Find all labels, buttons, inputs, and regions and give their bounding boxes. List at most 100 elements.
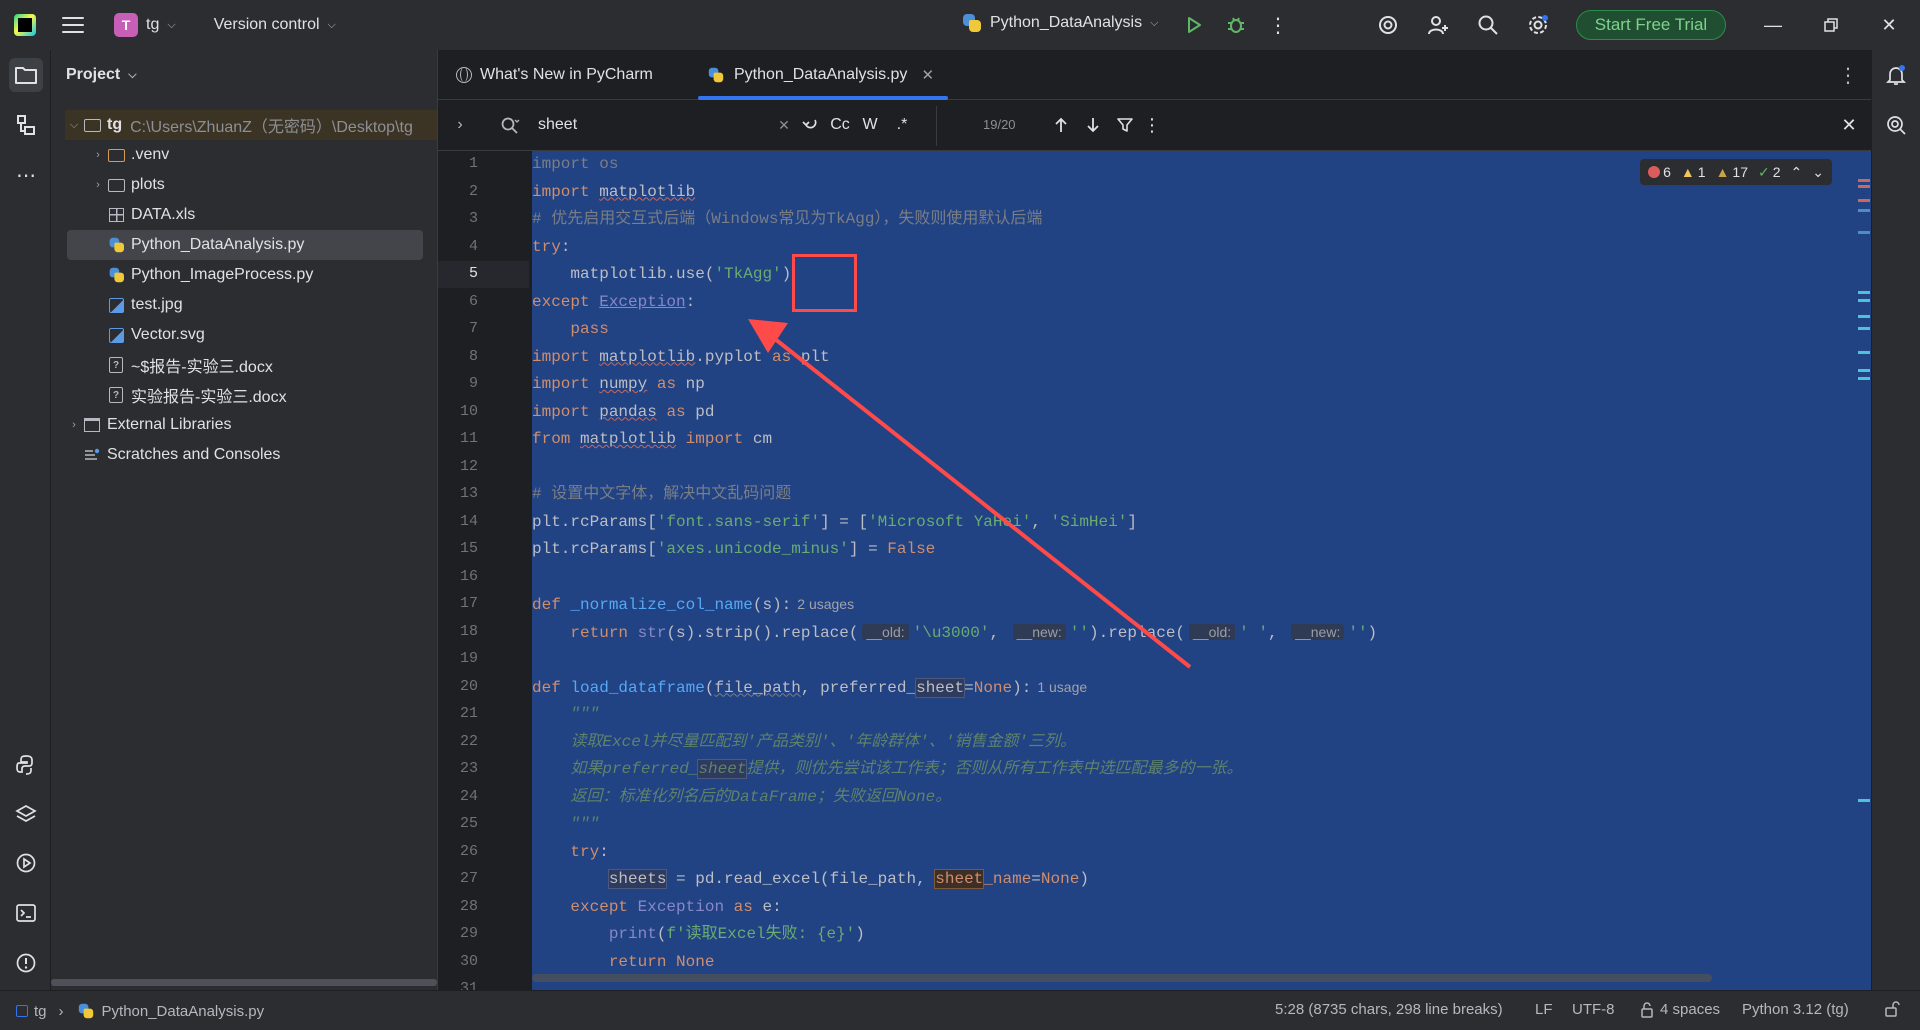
structure-tool-button[interactable] (9, 108, 43, 142)
warnings-count[interactable]: ▲ 1 (1681, 164, 1706, 180)
terminal-button[interactable] (9, 896, 43, 930)
chevron-right-icon: › (58, 1002, 64, 1020)
ai-chat-button[interactable] (1879, 108, 1913, 142)
chevron-down-icon: ⌵ (1150, 16, 1159, 29)
next-highlight-icon[interactable]: ⌄ (1812, 164, 1824, 181)
add-user-icon[interactable] (1426, 13, 1450, 37)
services-button[interactable] (9, 798, 43, 832)
start-free-trial-button[interactable]: Start Free Trial (1576, 10, 1726, 40)
debug-button[interactable] (1224, 13, 1248, 37)
tree-item-label: DATA.xls (131, 206, 196, 223)
tab-python-dataanalysis[interactable]: Python_DataAnalysis.py ✕ (697, 50, 949, 100)
breadcrumb-project[interactable]: tg (34, 1003, 47, 1020)
collapsed-arrow-icon: › (72, 419, 76, 431)
search-history-icon[interactable] (498, 114, 522, 136)
tabs-more-icon[interactable]: ⋮ (1838, 63, 1858, 88)
stripe-mark (1858, 199, 1870, 202)
run-tool-button[interactable] (9, 846, 43, 880)
caret-position[interactable]: 5:28 (8735 chars, 298 line breaks) (1275, 1001, 1503, 1018)
filter-icon[interactable] (1114, 114, 1136, 136)
folder-icon (83, 117, 101, 133)
line-separator[interactable]: LF (1535, 1001, 1553, 1018)
previous-highlight-icon[interactable]: ⌃ (1791, 164, 1803, 181)
structure-icon (17, 115, 35, 135)
python-interpreter[interactable]: Python 3.12 (tg) (1742, 1001, 1849, 1018)
run-button[interactable] (1182, 13, 1206, 37)
find-input[interactable] (538, 113, 778, 137)
match-count: 19/20 (983, 117, 1016, 132)
expanded-arrow-icon: ⌵ (69, 118, 79, 131)
minimize-window-icon[interactable]: — (1761, 13, 1785, 37)
tree-item-label: Scratches and Consoles (107, 446, 281, 463)
weak-warnings-count[interactable]: ▲ 17 (1716, 164, 1748, 180)
tree-item-plots[interactable]: › plots (89, 170, 429, 200)
new-line-icon[interactable] (798, 114, 822, 136)
tree-item-external-libraries[interactable]: › External Libraries (65, 410, 429, 440)
tree-item-vector-svg[interactable]: Vector.svg (107, 320, 429, 350)
next-occurrence-icon[interactable] (1082, 114, 1104, 136)
words-toggle[interactable]: W (858, 114, 882, 136)
project-switcher[interactable]: T tg ⌵ (114, 13, 176, 37)
readonly-lock-icon[interactable] (1884, 1001, 1900, 1017)
tree-item-temp-docx[interactable]: ? ~$报告-实验三.docx (107, 350, 429, 380)
settings-gear-icon[interactable] (1526, 13, 1550, 37)
expand-replace-icon[interactable]: › (450, 114, 470, 136)
module-icon (16, 1005, 28, 1017)
indent-setting[interactable]: 4 spaces (1640, 1001, 1720, 1018)
tree-item-venv[interactable]: › .venv (89, 140, 429, 170)
check-icon: ✓ (1758, 163, 1770, 180)
project-panel-scrollbar[interactable] (51, 979, 437, 986)
tree-item-report-docx[interactable]: ? 实验报告-实验三.docx (107, 380, 429, 410)
error-icon (1648, 166, 1661, 178)
previous-occurrence-icon[interactable] (1050, 114, 1072, 136)
tab-label: What's New in PyCharm (480, 66, 653, 83)
project-view-selector[interactable]: Project ⌵ (66, 66, 137, 84)
version-control-menu[interactable]: Version control ⌵ (214, 16, 336, 34)
horizontal-scrollbar[interactable] (532, 974, 1712, 982)
close-find-icon[interactable]: ✕ (1838, 114, 1860, 136)
more-actions-icon[interactable]: ⋮ (1266, 13, 1290, 37)
find-more-icon[interactable]: ⋮ (1143, 114, 1161, 136)
breadcrumb-file[interactable]: Python_DataAnalysis.py (102, 1003, 265, 1020)
code-editor[interactable]: 1 2 3 4 5 6 7 8 9 10 11 12 13 14 15 16 17 18 19 20 21 22 23 24 2… (438, 151, 1872, 990)
stripe-mark (1858, 799, 1870, 802)
main-menu-button[interactable] (62, 17, 84, 33)
tree-item-python-imageprocess[interactable]: Python_ImageProcess.py (107, 260, 429, 290)
status-bar: tg › Python_DataAnalysis.py 5:28 (8735 c… (0, 990, 1920, 1030)
run-configuration-selector[interactable]: Python_DataAnalysis ⌵ (962, 13, 1158, 33)
project-name: tg (146, 16, 160, 33)
problems-button[interactable] (9, 946, 43, 980)
tab-whats-new[interactable]: What's New in PyCharm (456, 50, 653, 100)
problems-icon (16, 953, 36, 973)
clear-search-icon[interactable]: ✕ (774, 114, 794, 136)
bug-icon (1228, 17, 1244, 33)
tree-item-python-dataanalysis[interactable]: Python_DataAnalysis.py (67, 230, 423, 260)
errors-count[interactable]: 6 (1648, 164, 1671, 180)
search-icon[interactable] (1476, 13, 1500, 37)
restore-window-icon[interactable] (1819, 13, 1843, 37)
match-case-toggle[interactable]: Cc (826, 114, 854, 136)
tree-item-data-xls[interactable]: DATA.xls (107, 200, 429, 230)
chevron-down-icon: ⌵ (327, 18, 336, 31)
typos-count[interactable]: ✓ 2 (1758, 164, 1781, 181)
close-tab-icon[interactable]: ✕ (921, 66, 934, 84)
regex-toggle[interactable]: .* (890, 114, 914, 136)
tree-root-tg[interactable]: ⌵ tg C:\Users\ZhuanZ（无密码）\Desktop\tg (65, 110, 437, 140)
more-tools-icon[interactable]: ⋯ (9, 158, 43, 192)
tree-item-scratches[interactable]: Scratches and Consoles (83, 440, 429, 470)
python-packages-button[interactable] (9, 748, 43, 782)
close-window-icon[interactable]: ✕ (1877, 13, 1901, 37)
play-icon (1188, 17, 1201, 33)
collapsed-arrow-icon: › (96, 179, 100, 191)
notifications-button[interactable] (1879, 58, 1913, 92)
error-stripe[interactable] (1856, 151, 1872, 990)
ai-assistant-icon[interactable] (1376, 13, 1400, 37)
inspection-widget[interactable]: 6 ▲ 1 ▲ 17 ✓ 2 ⌃ ⌄ (1640, 159, 1832, 185)
file-encoding[interactable]: UTF-8 (1572, 1001, 1615, 1018)
tree-item-test-jpg[interactable]: test.jpg (107, 290, 429, 320)
stripe-mark (1858, 299, 1870, 302)
tree-item-label: Vector.svg (131, 326, 205, 343)
findbar-separator (936, 106, 937, 146)
version-control-label: Version control (213, 16, 320, 33)
project-tool-button[interactable] (9, 58, 43, 92)
